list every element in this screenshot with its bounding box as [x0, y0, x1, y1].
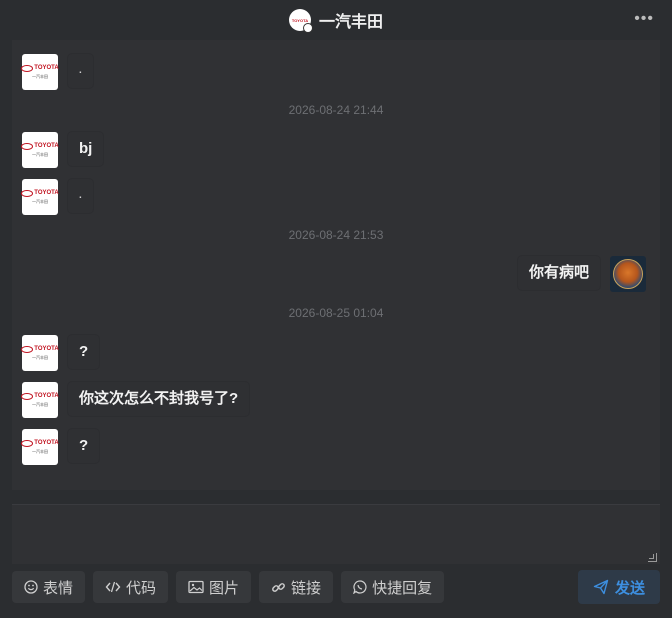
avatar-brand: TOYOTA: [34, 142, 59, 149]
toyota-avatar[interactable]: TOYOTA 一汽丰田: [21, 132, 59, 168]
toyota-emblem-icon: [21, 64, 34, 72]
toyota-avatar[interactable]: TOYOTA 一汽丰田: [21, 54, 59, 90]
chat-title: 一汽丰田: [318, 14, 383, 31]
toyota-emblem-icon: [21, 439, 34, 447]
avatar-brand: TOYOTA: [34, 439, 59, 446]
avatar-sub: 一汽丰田: [32, 151, 48, 157]
resize-handle-icon[interactable]: [648, 553, 657, 562]
smiley-icon: [24, 580, 38, 594]
message-row: TOYOTA 一汽丰田 你这次怎么不封我号了?: [12, 382, 660, 418]
avatar-sub: 一汽丰田: [32, 448, 48, 454]
code-icon: [105, 580, 121, 594]
send-button[interactable]: 发送: [578, 570, 660, 604]
avatar-sub: 一汽丰田: [32, 354, 48, 360]
message-timestamp: 2026-08-24 21:44: [288, 103, 384, 117]
toyota-avatar[interactable]: TOYOTA 一汽丰田: [21, 429, 59, 465]
message-input[interactable]: [12, 504, 660, 564]
avatar-sub: 一汽丰田: [32, 401, 48, 407]
link-icon: [271, 580, 286, 595]
send-button-label: 发送: [614, 579, 645, 597]
toyota-avatar[interactable]: TOYOTA 一汽丰田: [21, 179, 59, 215]
message-bubble[interactable]: bj: [68, 132, 104, 166]
composer-toolbar: 表情 代码 图片 链接 快捷回复 发送: [12, 570, 660, 604]
link-button[interactable]: 链接: [259, 571, 334, 603]
more-horizontal-icon[interactable]: •••: [634, 10, 654, 28]
message-timestamp: 2026-08-24 21:53: [288, 228, 384, 242]
message-bubble[interactable]: .: [68, 179, 93, 213]
toyota-avatar[interactable]: TOYOTA 一汽丰田: [21, 382, 59, 418]
toyota-emblem-icon: [21, 345, 34, 353]
avatar-sub: 一汽丰田: [32, 198, 48, 204]
toyota-emblem-icon: [21, 142, 34, 150]
chat-window: TOYOTA 一汽丰田 ••• TOYOTA 一汽丰田 . 2026-08-24…: [0, 0, 672, 618]
user-avatar-image: [613, 259, 643, 289]
whatsapp-chat-icon: [353, 580, 367, 594]
message-row: TOYOTA 一汽丰田 bj: [12, 132, 660, 168]
message-bubble[interactable]: 你有病吧: [517, 256, 600, 290]
message-timestamp: 2026-08-25 01:04: [288, 306, 384, 320]
message-row: TOYOTA 一汽丰田 .: [12, 54, 660, 90]
chat-header: TOYOTA 一汽丰田 •••: [0, 0, 672, 40]
status-badge-icon: [302, 23, 313, 33]
avatar-sub: 一汽丰田: [32, 73, 48, 79]
image-button[interactable]: 图片: [176, 571, 252, 603]
avatar-brand: TOYOTA: [34, 345, 59, 352]
code-button[interactable]: 代码: [93, 571, 169, 603]
link-button-label: 链接: [291, 579, 322, 597]
message-bubble[interactable]: ?: [68, 429, 100, 463]
toyota-emblem-icon: [21, 189, 34, 197]
code-button-label: 代码: [126, 579, 157, 597]
toyota-emblem-icon: [21, 392, 34, 400]
contact-avatar[interactable]: TOYOTA: [288, 9, 313, 33]
quick-reply-button-label: 快捷回复: [372, 579, 433, 597]
emoji-button-label: 表情: [43, 579, 74, 597]
message-row: TOYOTA 一汽丰田 .: [12, 179, 660, 215]
image-button-label: 图片: [209, 579, 240, 597]
message-row: 你有病吧: [12, 256, 660, 292]
avatar-brand: TOYOTA: [34, 64, 59, 71]
message-bubble[interactable]: .: [68, 54, 93, 88]
user-avatar[interactable]: [610, 256, 646, 292]
quick-reply-button[interactable]: 快捷回复: [341, 571, 445, 603]
image-icon: [188, 580, 204, 594]
toyota-avatar[interactable]: TOYOTA 一汽丰田: [21, 335, 59, 371]
message-list[interactable]: TOYOTA 一汽丰田 . 2026-08-24 21:44 TOYOTA 一汽…: [12, 40, 660, 490]
message-row: TOYOTA 一汽丰田 ?: [12, 335, 660, 371]
avatar-brand: TOYOTA: [34, 189, 59, 196]
paper-plane-icon: [593, 579, 609, 595]
message-bubble[interactable]: 你这次怎么不封我号了?: [68, 382, 250, 416]
toyota-logo: TOYOTA: [291, 17, 309, 23]
avatar-brand: TOYOTA: [34, 392, 59, 399]
message-bubble[interactable]: ?: [68, 335, 100, 369]
message-row: TOYOTA 一汽丰田 ?: [12, 429, 660, 465]
emoji-button[interactable]: 表情: [12, 571, 86, 603]
